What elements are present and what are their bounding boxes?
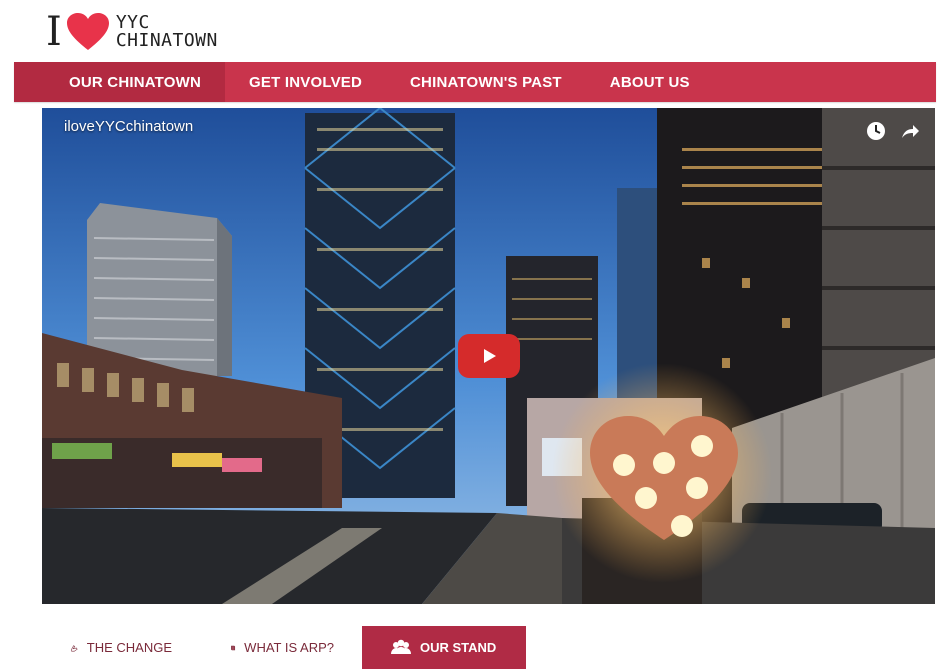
main-nav: OUR CHINATOWN GET INVOLVED CHINATOWN'S P… [14,62,936,102]
clock-icon[interactable] [865,120,887,142]
group-icon [391,639,411,654]
tab-label: WHAT IS ARP? [244,640,334,655]
tab-what-is-arp[interactable]: WHAT IS ARP? [200,626,362,669]
play-button[interactable] [458,334,520,378]
logo-wordmark: YYC CHINATOWN [116,14,218,50]
nav-item-get-involved[interactable]: GET INVOLVED [225,62,386,102]
logo-i-letter: I [46,9,62,55]
tab-label: OUR STAND [420,640,497,655]
tab-the-change[interactable]: THE CHANGE [40,626,200,669]
content-tabs: THE CHANGE WHAT IS ARP? OUR STAND [40,626,527,669]
book-icon [231,645,236,650]
site-logo[interactable]: I YYC CHINATOWN [46,10,218,54]
nav-item-our-chinatown[interactable]: OUR CHINATOWN [14,62,226,102]
play-icon [484,349,496,363]
tab-label: THE CHANGE [86,640,172,655]
video-channel-title[interactable]: iloveYYCchinatown [64,118,193,135]
hand-icon [70,644,78,651]
share-icon[interactable] [899,120,921,142]
heart-icon [66,13,109,50]
nav-item-chinatowns-past[interactable]: CHINATOWN'S PAST [386,62,586,102]
nav-item-about-us[interactable]: ABOUT US [586,62,714,102]
tab-our-stand[interactable]: OUR STAND [362,626,527,669]
video-player[interactable]: iloveYYCchinatown [42,108,935,604]
logo-line-2: CHINATOWN [115,30,218,51]
video-top-icons [865,120,921,142]
